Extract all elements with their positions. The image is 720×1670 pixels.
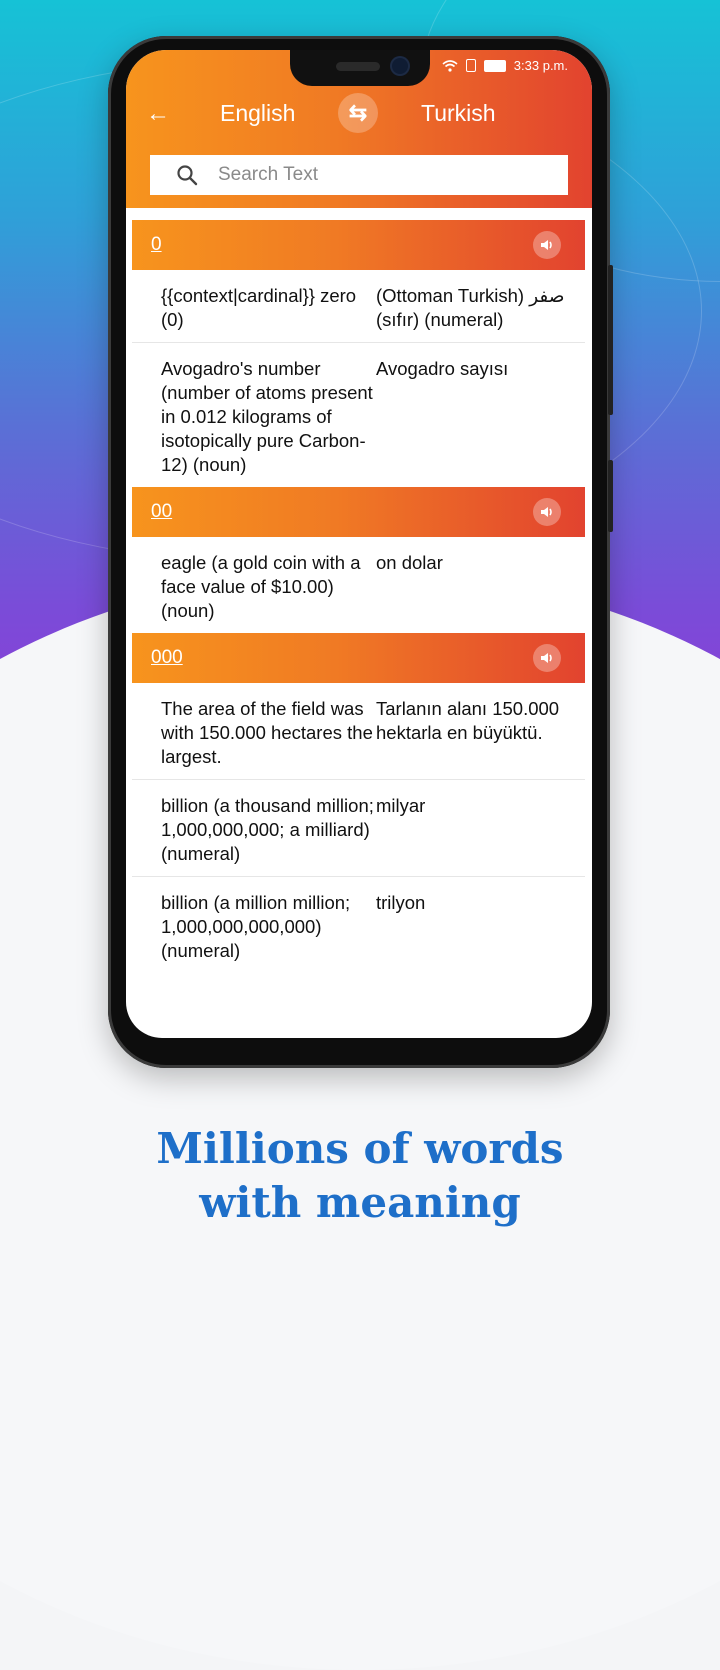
turkish-text: trilyon: [376, 892, 426, 913]
translation-row: The area of the field was with 150.000 h…: [132, 683, 585, 780]
word-header: 000: [132, 633, 585, 683]
speaker-icon: [541, 653, 552, 663]
english-text: {{context|cardinal}} zero (0): [161, 285, 357, 330]
toolbar: ← English ⇆ Turkish: [126, 90, 592, 138]
english-text: billion (a thousand million; 1,000,000,0…: [161, 795, 374, 864]
wifi-icon: [442, 59, 458, 72]
search-icon: [177, 165, 198, 186]
tagline-line-2: with meaning: [199, 1178, 521, 1227]
turkish-text: Tarlanın alanı 150.000 hektarla en büyük…: [376, 698, 560, 743]
battery-icon: [483, 59, 506, 72]
turkish-text: (Ottoman Turkish) صفر (sıfır) (numeral): [376, 285, 565, 330]
english-text: Avogadro's number (number of atoms prese…: [161, 358, 373, 475]
back-arrow-icon[interactable]: ←: [146, 100, 170, 128]
promo-tagline: Millions of words with meaning: [0, 1122, 720, 1230]
turkish-text: milyar: [376, 795, 426, 816]
english-text: billion (a million million; 1,000,000,00…: [161, 892, 351, 961]
status-bar: 3:33 p.m.: [442, 58, 568, 73]
english-text: The area of the field was with 150.000 h…: [161, 698, 373, 767]
target-language[interactable]: Turkish: [421, 100, 496, 127]
tagline-line-1: Millions of words: [156, 1124, 564, 1173]
translation-row: billion (a thousand million; 1,000,000,0…: [132, 780, 585, 877]
english-text: eagle (a gold coin with a face value of …: [161, 552, 361, 621]
source-language[interactable]: English: [220, 100, 295, 127]
speak-button[interactable]: [533, 644, 561, 672]
translation-row: Avogadro's number (number of atoms prese…: [132, 343, 585, 487]
turkish-text: Avogadro sayısı: [376, 358, 509, 379]
word-link[interactable]: 000: [151, 647, 183, 669]
word-header: 00: [132, 487, 585, 537]
translation-row: eagle (a gold coin with a face value of …: [132, 537, 585, 633]
search-input[interactable]: [216, 163, 520, 187]
sim-icon: [465, 59, 476, 72]
speaker-icon: [541, 507, 552, 517]
phone-screen: 3:33 p.m. ← English ⇆ Turkish 0 {{contex…: [126, 50, 592, 1038]
phone-camera: [392, 58, 408, 74]
swap-arrows-icon: ⇆: [348, 100, 368, 125]
word-link[interactable]: 0: [151, 234, 162, 256]
word-link[interactable]: 00: [151, 501, 172, 523]
speaker-icon: [541, 240, 552, 250]
word-header: 0: [132, 220, 585, 270]
speak-button[interactable]: [533, 231, 561, 259]
speak-button[interactable]: [533, 498, 561, 526]
swap-languages-button[interactable]: ⇆: [338, 93, 378, 133]
phone-volume-button: [608, 265, 613, 415]
translation-row: {{context|cardinal}} zero (0) (Ottoman T…: [132, 270, 585, 343]
search-box[interactable]: [150, 155, 568, 195]
app-header: 3:33 p.m. ← English ⇆ Turkish: [126, 50, 592, 208]
phone-speaker: [336, 62, 380, 71]
phone-power-button: [608, 460, 613, 532]
turkish-text: on dolar: [376, 552, 443, 573]
dictionary-list: 0 {{context|cardinal}} zero (0) (Ottoman…: [132, 220, 585, 973]
status-time: 3:33 p.m.: [513, 58, 568, 73]
translation-row: billion (a million million; 1,000,000,00…: [132, 877, 585, 973]
